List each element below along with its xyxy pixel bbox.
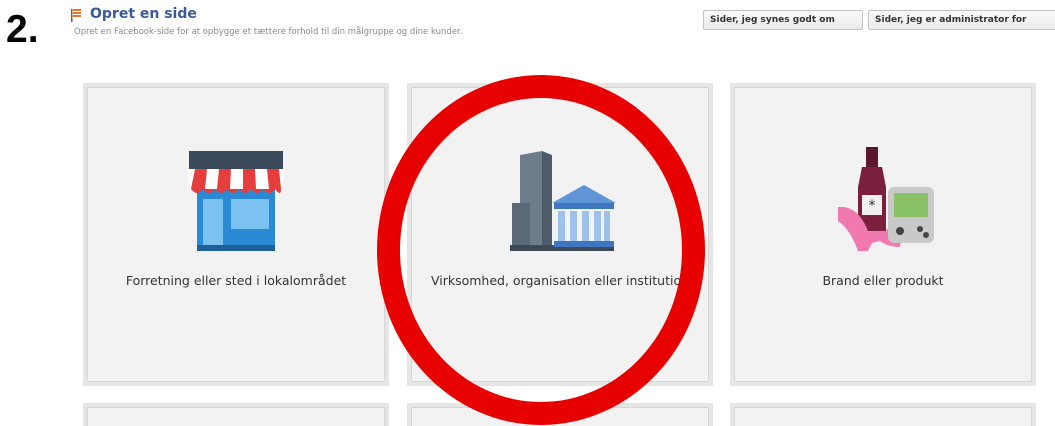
storefront-icon [187, 151, 285, 251]
tile-border [87, 407, 385, 426]
tile-border [411, 407, 709, 426]
products-icon: * [838, 147, 934, 251]
category-label: Forretning eller sted i lokalområdet [125, 273, 347, 288]
pages-i-like-button[interactable]: Sider, jeg synes godt om [703, 10, 863, 30]
flag-icon [71, 9, 81, 22]
tile-border [734, 407, 1032, 426]
category-tile-local-business[interactable]: Forretning eller sted i lokalområdet [83, 83, 389, 386]
svg-text:*: * [869, 198, 876, 214]
category-tile-row2-2[interactable] [407, 403, 713, 426]
category-label: Brand eller produkt [822, 273, 944, 288]
step-number: 2. [6, 8, 39, 51]
category-tile-company-organization[interactable]: Virksomhed, organisation eller instituti… [407, 83, 713, 386]
category-tile-row2-3[interactable] [730, 403, 1036, 426]
page: 2. Opret en side Opret en Facebook-side … [0, 0, 1055, 426]
category-label: Virksomhed, organisation eller instituti… [430, 273, 690, 288]
category-tile-row2-1[interactable] [83, 403, 389, 426]
category-tile-brand-product[interactable]: * Brand eller produkt [730, 83, 1036, 386]
building-institution-icon [510, 151, 616, 251]
pages-i-admin-button[interactable]: Sider, jeg er administrator for [868, 10, 1055, 30]
page-subtitle: Opret en Facebook-side for at opbygge et… [74, 27, 463, 37]
page-title: Opret en side [90, 6, 197, 22]
